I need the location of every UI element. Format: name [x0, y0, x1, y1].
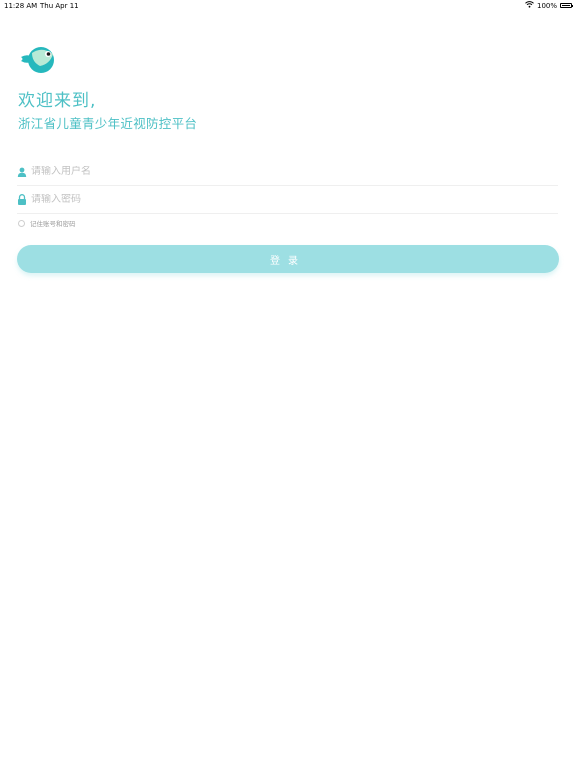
- username-field[interactable]: [17, 158, 558, 186]
- lock-icon: [17, 194, 27, 206]
- radio-circle-icon[interactable]: [18, 219, 25, 227]
- battery-percent: 100%: [536, 1, 557, 10]
- fish-logo-icon: [20, 44, 56, 76]
- status-right: 100%: [525, 1, 573, 10]
- username-input[interactable]: [31, 166, 531, 177]
- battery-icon: [560, 3, 573, 8]
- status-date: Thu Apr 11: [40, 2, 79, 10]
- user-icon: [17, 166, 27, 178]
- login-button[interactable]: 登录: [17, 245, 559, 273]
- platform-title: 浙江省儿童青少年近视防控平台: [18, 116, 198, 131]
- status-bar: 11:28 AM Thu Apr 11 100%: [0, 0, 576, 12]
- battery-fill: [562, 5, 570, 6]
- password-input[interactable]: [31, 194, 531, 205]
- status-time: 11:28 AM: [4, 2, 38, 10]
- login-button-label: 登录: [270, 255, 306, 267]
- welcome-heading: 欢迎来到,: [18, 91, 97, 111]
- remember-checkbox[interactable]: 记住账号和密码: [18, 218, 76, 228]
- remember-label: 记住账号和密码: [30, 220, 76, 228]
- wifi-icon: [525, 1, 534, 10]
- password-field[interactable]: [17, 186, 558, 214]
